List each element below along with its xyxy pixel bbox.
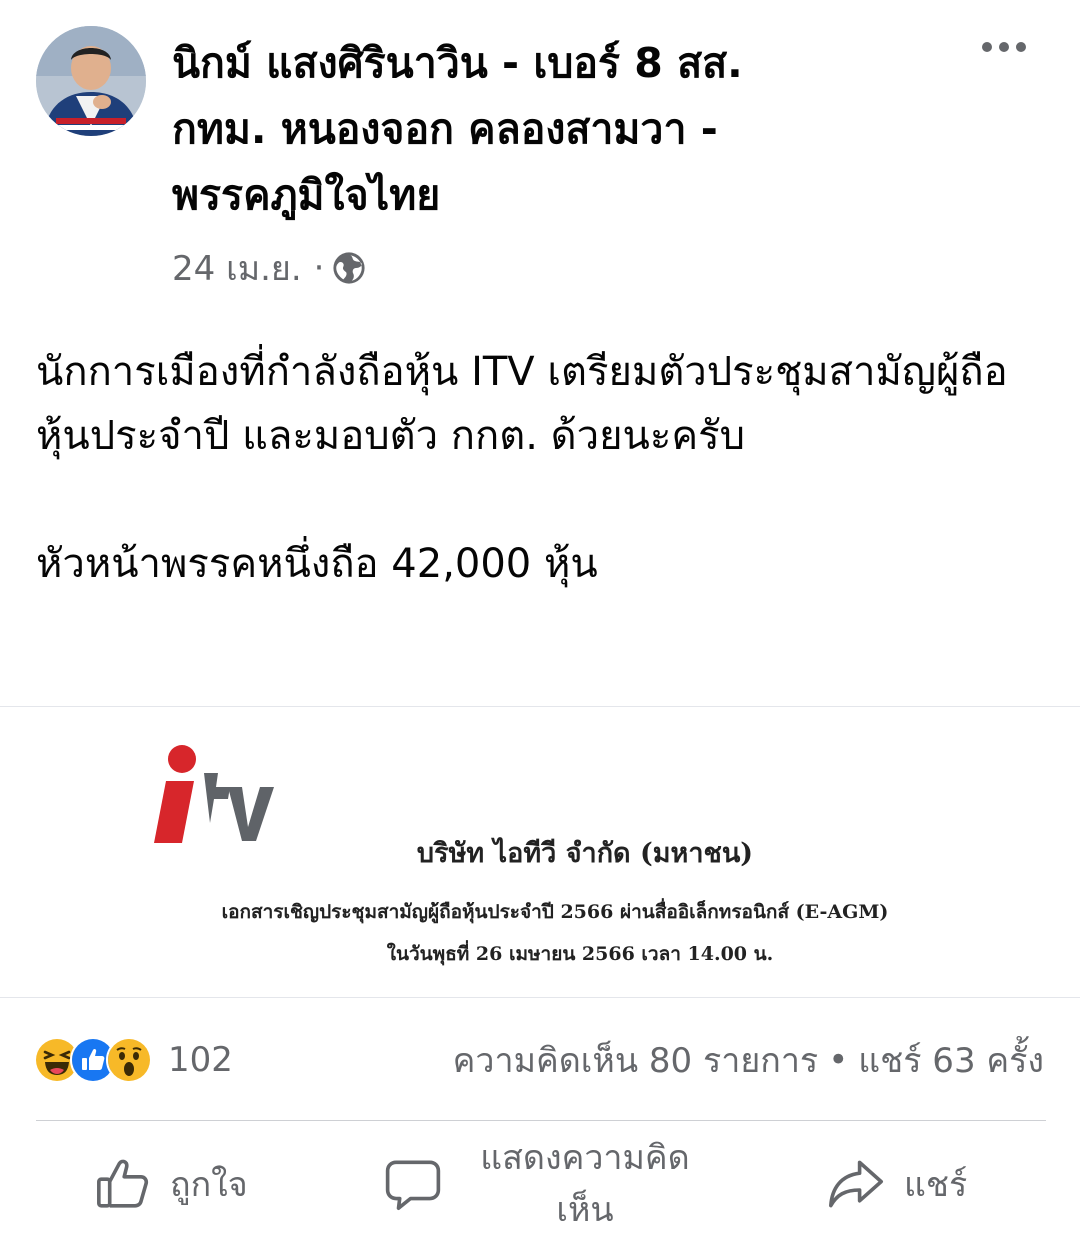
post-paragraph: นักการเมืองที่กำลังถือหุ้น ITV เตรียมตัว… bbox=[36, 349, 1008, 459]
reaction-icons bbox=[34, 1037, 152, 1083]
document-date: ในวันพุธที่ 26 เมษายน 2566 เวลา 14.00 น. bbox=[386, 943, 774, 965]
like-button[interactable]: ถูกใจ bbox=[94, 1134, 248, 1234]
more-dot bbox=[982, 42, 992, 52]
reaction-count: 102 bbox=[168, 1040, 233, 1080]
post-meta: 24 เม.ย. · bbox=[172, 244, 366, 292]
share-label: แชร์ bbox=[904, 1165, 968, 1205]
share-button[interactable]: แชร์ bbox=[826, 1134, 967, 1234]
meta-separator: · bbox=[313, 248, 325, 288]
comment-button[interactable]: แสดงความคิด เห็น bbox=[384, 1134, 710, 1234]
comment-count-link[interactable]: ความคิดเห็น 80 รายการ bbox=[453, 1033, 819, 1087]
stats-separator: • bbox=[828, 1040, 849, 1080]
document-company: บริษัท ไอทีวี จำกัด (มหาชน) bbox=[416, 838, 754, 869]
post-text: นักการเมืองที่กำลังถือหุ้น ITV เตรียมตัว… bbox=[36, 340, 1046, 596]
more-options-icon[interactable] bbox=[974, 30, 1034, 64]
document-title: เอกสารเชิญประชุมสามัญผู้ถือหุ้นประจำปี 2… bbox=[221, 901, 889, 923]
wow-icon bbox=[106, 1037, 152, 1083]
document-preview: บริษัท ไอทีวี จำกัด (มหาชน) เอกสารเชิญปร… bbox=[26, 713, 1054, 989]
post-date[interactable]: 24 เม.ย. bbox=[172, 241, 302, 295]
thumbs-up-icon bbox=[94, 1155, 152, 1213]
like-label: ถูกใจ bbox=[170, 1165, 248, 1205]
more-dot bbox=[1016, 42, 1026, 52]
more-dot bbox=[999, 42, 1009, 52]
author-name[interactable]: นิกม์ แสงศิรินาวิน - เบอร์ 8 สส. กทม. หน… bbox=[172, 30, 872, 228]
engagement-stats: ความคิดเห็น 80 รายการ • แชร์ 63 ครั้ง bbox=[453, 1036, 1044, 1084]
author-avatar[interactable] bbox=[36, 26, 146, 136]
share-arrow-icon bbox=[826, 1155, 886, 1213]
comment-label: แสดงความคิด เห็น bbox=[480, 1138, 690, 1230]
post-paragraph: หัวหน้าพรรคหนึ่งถือ 42,000 หุ้น bbox=[36, 541, 598, 587]
reactions-summary[interactable]: 102 bbox=[34, 1036, 233, 1084]
share-count-link[interactable]: แชร์ 63 ครั้ง bbox=[858, 1033, 1044, 1087]
comment-bubble-icon bbox=[384, 1155, 442, 1213]
divider bbox=[36, 1120, 1046, 1121]
globe-icon[interactable] bbox=[332, 251, 366, 285]
attached-image[interactable]: บริษัท ไอทีวี จำกัด (มหาชน) เอกสารเชิญปร… bbox=[0, 706, 1080, 998]
